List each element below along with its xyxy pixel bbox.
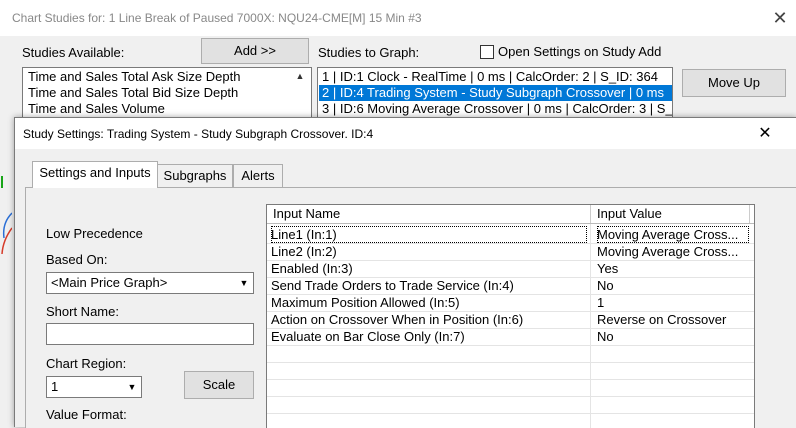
close-icon[interactable]: ✕ [753,122,777,146]
input-name-cell: Action on Crossover When in Position (In… [271,312,524,327]
input-name-cell: Send Trade Orders to Trade Service (In:4… [271,278,514,293]
studies-available-label: Studies Available: [22,45,125,60]
inputs-grid[interactable]: Input Name Input Value Line1 (In:1) Movi… [266,204,755,428]
chart-studies-titlebar[interactable]: Chart Studies for: 1 Line Break of Pause… [0,0,796,36]
input-name-cell: Line2 (In:2) [271,244,337,259]
tab-settings-and-inputs[interactable]: Settings and Inputs [32,161,158,188]
studies-to-graph-label: Studies to Graph: [318,45,420,60]
input-value-cell[interactable]: Moving Average Cross... [597,226,749,243]
table-row-empty[interactable] [267,379,754,397]
input-value-cell[interactable]: Yes [597,260,749,277]
scale-button[interactable]: Scale [184,371,254,399]
table-row[interactable]: Line2 (In:2) Moving Average Cross... [267,243,754,261]
based-on-select[interactable]: <Main Price Graph> ▼ [46,272,254,294]
chart-region-select[interactable]: 1 ▼ [46,376,142,398]
input-name-cell: Maximum Position Allowed (In:5) [271,295,460,310]
study-settings-titlebar[interactable]: Study Settings: Trading System - Study S… [15,118,796,149]
chevron-down-icon[interactable]: ▼ [236,274,252,292]
list-item[interactable]: 3 | ID:6 Moving Average Crossover | 0 ms… [319,101,672,117]
chart-region-label: Chart Region: [46,356,127,371]
table-row[interactable]: Enabled (In:3) Yes [267,260,754,278]
table-row[interactable]: Send Trade Orders to Trade Service (In:4… [267,277,754,295]
add-study-button[interactable]: Add >> [201,38,309,64]
list-item-selected[interactable]: 2 | ID:4 Trading System - Study Subgraph… [319,85,672,101]
chevron-down-icon[interactable]: ▼ [124,378,140,396]
input-name-cell: Line1 (In:1) [271,226,587,243]
input-value-cell[interactable]: Reverse on Crossover [597,311,749,328]
table-row-empty[interactable] [267,345,754,363]
list-item[interactable]: 1 | ID:1 Clock - RealTime | 0 ms | CalcO… [319,69,672,85]
short-name-label: Short Name: [46,304,119,319]
table-row[interactable]: Maximum Position Allowed (In:5) 1 [267,294,754,312]
chart-background-sliver [1,176,12,255]
open-settings-checkbox[interactable] [480,45,494,59]
table-row-empty[interactable] [267,362,754,380]
chart-studies-title: Chart Studies for: 1 Line Break of Pause… [12,11,422,25]
column-header-input-name[interactable]: Input Name [267,205,591,223]
scroll-up-icon[interactable]: ▲ [292,68,308,84]
based-on-label: Based On: [46,252,108,267]
input-name-cell: Enabled (In:3) [271,261,353,276]
input-value-cell[interactable]: No [597,277,749,294]
column-header-input-value[interactable]: Input Value [591,205,750,223]
move-up-button[interactable]: Move Up [682,69,786,97]
chart-region-value: 1 [51,379,59,394]
input-name-cell: Evaluate on Bar Close Only (In:7) [271,329,465,344]
short-name-input[interactable] [46,323,254,345]
table-row[interactable]: Line1 (In:1) Moving Average Cross... [267,226,754,244]
grid-header: Input Name Input Value [267,205,754,224]
study-settings-title: Study Settings: Trading System - Study S… [23,127,374,141]
input-value-cell[interactable]: 1 [597,294,749,311]
list-item[interactable]: Time and Sales Total Ask Size Depth [28,69,240,84]
study-settings-dialog: Study Settings: Trading System - Study S… [14,117,796,428]
tab-alerts[interactable]: Alerts [233,164,283,187]
table-row[interactable]: Action on Crossover When in Position (In… [267,311,754,329]
input-value-cell[interactable]: Moving Average Cross... [597,243,749,260]
table-row-empty[interactable] [267,396,754,414]
low-precedence-label: Low Precedence [46,226,143,241]
tab-subgraphs[interactable]: Subgraphs [157,164,233,187]
open-settings-label[interactable]: Open Settings on Study Add [498,44,661,59]
list-item[interactable]: Time and Sales Total Bid Size Depth [28,85,238,100]
input-value-cell[interactable]: No [597,328,749,345]
based-on-value: <Main Price Graph> [51,275,168,290]
list-item[interactable]: Time and Sales Volume [28,101,165,116]
table-row[interactable]: Evaluate on Bar Close Only (In:7) No [267,328,754,346]
value-format-label: Value Format: [46,407,127,422]
close-icon[interactable]: ✕ [768,6,792,30]
